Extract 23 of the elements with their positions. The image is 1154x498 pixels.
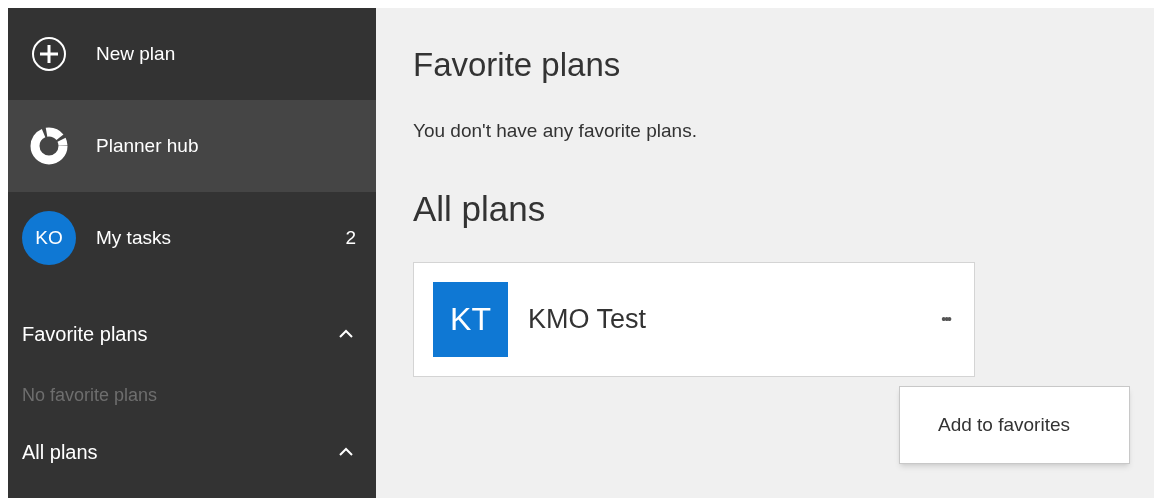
section-title: All plans xyxy=(22,440,98,465)
item-label: New plan xyxy=(96,41,177,66)
task-count: 2 xyxy=(345,225,357,250)
ring-icon xyxy=(29,126,69,166)
empty-message: You don't have any favorite plans. xyxy=(413,119,698,143)
chevron-icon[interactable] xyxy=(338,447,354,457)
item-label: My tasks xyxy=(96,225,172,250)
plan-card[interactable]: KT KMO Test ••• xyxy=(413,261,975,377)
more-button[interactable]: ••• xyxy=(941,308,950,330)
add-circle-icon xyxy=(31,36,67,72)
item-label: Planner hub xyxy=(96,133,200,158)
chevron-icon[interactable] xyxy=(338,329,354,339)
menu-item[interactable]: Add to favorites xyxy=(900,410,1129,440)
section-heading: Favorite plans xyxy=(413,48,622,81)
empty-message: No favorite plans xyxy=(21,383,159,407)
section-heading: All plans xyxy=(413,190,547,226)
avatar: KO xyxy=(22,211,76,265)
section-header[interactable]: Favorite plans xyxy=(8,306,376,362)
section-title: Favorite plans xyxy=(22,322,148,347)
plan-initials-tile: KT xyxy=(433,281,508,357)
section-header[interactable]: All plans xyxy=(8,432,376,472)
sidebar-item[interactable]: Planner hub xyxy=(8,100,376,192)
plan-name: KMO Test xyxy=(528,302,648,336)
